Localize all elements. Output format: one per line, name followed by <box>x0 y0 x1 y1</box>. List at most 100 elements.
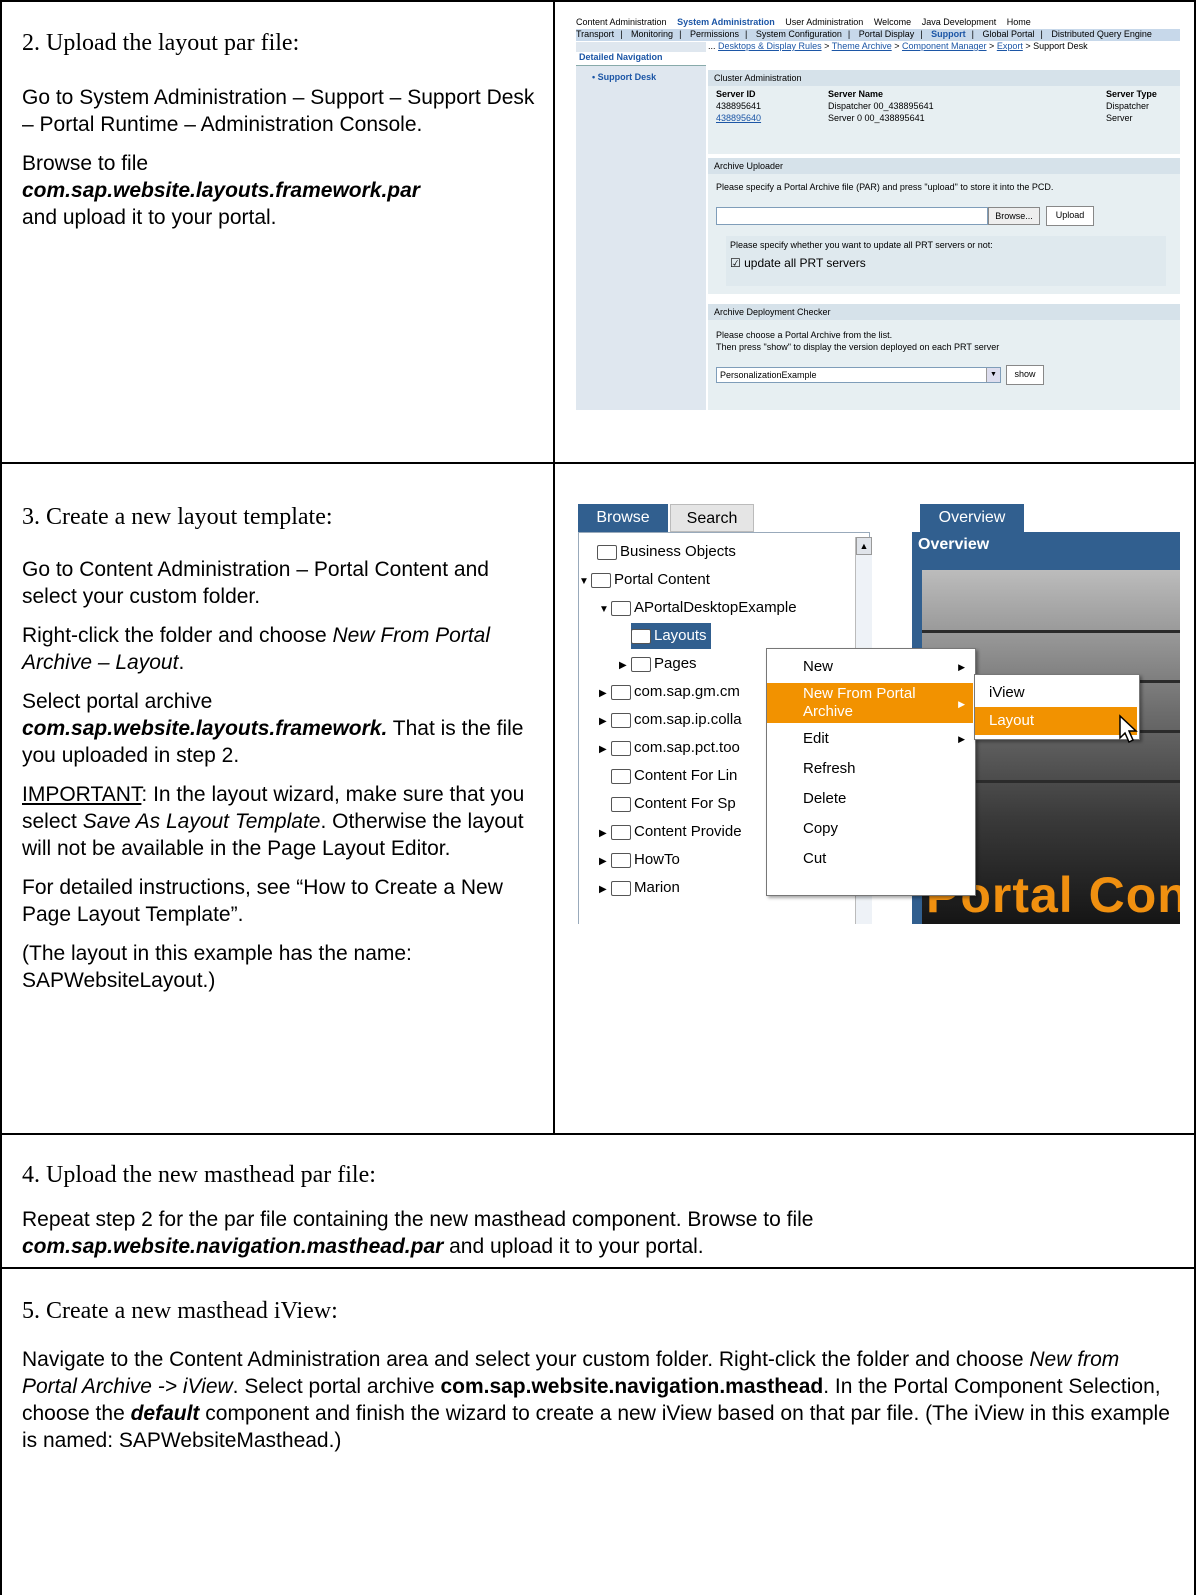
file-path-input[interactable] <box>716 207 988 225</box>
menu-item-label: Delete <box>803 790 847 807</box>
subnav-item[interactable]: Global Portal <box>982 29 1034 39</box>
separator: | <box>971 29 974 39</box>
component-name: default <box>130 1402 200 1425</box>
expand-arrow-icon[interactable]: ▶ <box>599 737 611 763</box>
cluster-title: Cluster Administration <box>708 70 1180 86</box>
submenu-arrow-icon: ▶ <box>958 699 965 709</box>
tree-item[interactable]: ▶ Pages <box>619 651 697 677</box>
table-cell: 438895641 <box>716 101 762 111</box>
breadcrumb-link[interactable]: Export <box>997 41 1023 51</box>
step3-paragraph: Go to Content Administration – Portal Co… <box>22 558 489 608</box>
tree-item[interactable]: Content For Lin <box>611 763 737 789</box>
tree-item-label: com.sap.pct.too <box>634 739 740 756</box>
breadcrumb-link[interactable]: Desktops & Display Rules <box>718 41 822 51</box>
subnav-item[interactable]: Monitoring <box>631 29 673 39</box>
submenu-arrow-icon: ▶ <box>958 734 965 744</box>
tree-item-label: Content Provide <box>634 823 742 840</box>
tree-item[interactable]: ▶ Content Provide <box>599 819 742 845</box>
nav-item[interactable]: Content Administration <box>576 17 667 27</box>
folder-icon <box>591 572 611 588</box>
file-name: com.sap.website.navigation.masthead.par <box>22 1235 444 1258</box>
update-prt-checkbox[interactable]: ☑ update all PRT servers <box>730 256 866 270</box>
nav-item-selected[interactable]: System Administration <box>677 17 775 27</box>
submenu-item-iview[interactable]: iView <box>975 679 1137 707</box>
expand-arrow-icon[interactable]: ▼ <box>599 597 611 623</box>
subnav-item[interactable]: Transport <box>576 29 614 39</box>
menu-item-cut[interactable]: Cut <box>767 845 973 873</box>
tree-item-label: Content For Lin <box>634 767 738 784</box>
column-header: Server Type <box>1106 89 1157 99</box>
expand-arrow-icon[interactable]: ▶ <box>599 877 611 903</box>
step2-text: Go to System Administration – Support – … <box>22 84 542 243</box>
upload-button[interactable]: Upload <box>1046 206 1094 226</box>
tree-item[interactable]: ▶ Marion <box>599 875 680 901</box>
menu-item-label: New From Portal Archive <box>803 685 916 720</box>
server-id-link[interactable]: 438895640 <box>716 113 761 123</box>
menu-item-new-from-portal-archive[interactable]: New From Portal Archive ▶ <box>767 683 973 723</box>
separator: | <box>920 29 923 39</box>
chevron-down-icon[interactable]: ▼ <box>986 368 1000 382</box>
separator: | <box>1040 29 1043 39</box>
folder-icon <box>631 628 651 644</box>
context-menu: New ▶ New From Portal Archive ▶ Edit ▶ Refr… <box>766 648 976 896</box>
expand-arrow-icon[interactable]: ▶ <box>619 653 631 679</box>
menu-item-copy[interactable]: Copy <box>767 815 973 843</box>
nav-item[interactable]: Home <box>1007 17 1031 27</box>
subnav-item[interactable]: System Configuration <box>756 29 842 39</box>
step2-title: 2. Upload the layout par file: <box>22 30 300 56</box>
subnav-item-selected[interactable]: Support <box>931 29 966 39</box>
breadcrumb-link[interactable]: Theme Archive <box>832 41 892 51</box>
breadcrumb-link[interactable]: Component Manager <box>902 41 987 51</box>
folder-icon <box>611 740 631 756</box>
nav-item[interactable]: Welcome <box>874 17 911 27</box>
expand-arrow-icon[interactable]: ▶ <box>599 709 611 735</box>
submenu: iView Layout <box>974 674 1140 740</box>
expand-arrow-icon[interactable]: ▶ <box>599 849 611 875</box>
cluster-table: Server ID Server Name Server Type 438895… <box>716 89 1180 125</box>
show-button[interactable]: show <box>1006 365 1044 385</box>
overview-title: Overview <box>918 536 990 553</box>
folder-icon <box>611 768 631 784</box>
tab-overview[interactable]: Overview <box>920 504 1024 532</box>
tab-browse[interactable]: Browse <box>578 504 668 532</box>
tree-item-selected[interactable]: Layouts <box>631 623 711 649</box>
tree-item[interactable]: ▼ Portal Content <box>579 567 710 593</box>
submenu-item-layout[interactable]: Layout <box>975 707 1137 735</box>
step5-text: Navigate to the Content Administration a… <box>22 1346 1172 1454</box>
row-divider <box>0 462 1196 464</box>
folder-icon <box>611 712 631 728</box>
nav-item[interactable]: User Administration <box>785 17 863 27</box>
tree-item[interactable]: ▶ com.sap.gm.cm <box>599 679 740 705</box>
menu-item-delete[interactable]: Delete <box>767 785 973 813</box>
tree-item[interactable]: ▼ APortalDesktopExample <box>599 595 797 621</box>
text: Select portal archive <box>22 690 213 713</box>
menu-item-refresh[interactable]: Refresh <box>767 755 973 783</box>
file-name: com.sap.website.layouts.framework.par <box>22 179 420 202</box>
menu-item-new[interactable]: New ▶ <box>767 653 973 681</box>
tree-item[interactable]: ▶ HowTo <box>599 847 680 873</box>
menu-item-edit[interactable]: Edit ▶ <box>767 725 973 753</box>
support-desk-link[interactable]: • Support Desk <box>592 72 656 82</box>
subnav-item[interactable]: Permissions <box>690 29 739 39</box>
scroll-up-icon[interactable]: ▲ <box>856 537 872 555</box>
tab-search[interactable]: Search <box>670 504 754 532</box>
expand-arrow-icon[interactable]: ▶ <box>599 821 611 847</box>
shelf <box>922 630 1180 633</box>
row-divider <box>0 1133 1196 1135</box>
archive-select[interactable]: PersonalizationExample ▼ <box>716 367 1001 383</box>
checkbox-checked-icon[interactable]: ☑ <box>730 256 741 270</box>
subnav-item[interactable]: Portal Display <box>859 29 915 39</box>
text: Browse to file <box>22 152 149 175</box>
step3-paragraph: For detailed instructions, see “How to C… <box>22 876 503 926</box>
expand-arrow-icon[interactable]: ▶ <box>599 681 611 707</box>
tree-item[interactable]: Content For Sp <box>611 791 736 817</box>
expand-arrow-icon[interactable]: ▼ <box>579 569 591 595</box>
table-row: 438895641 Dispatcher 00_438895641 Dispat… <box>716 101 1180 113</box>
browse-button[interactable]: Browse... <box>988 207 1040 225</box>
table-cell: Server <box>1106 113 1133 123</box>
subnav-item[interactable]: Distributed Query Engine <box>1051 29 1152 39</box>
tree-item[interactable]: ▶ com.sap.pct.too <box>599 735 740 761</box>
nav-item[interactable]: Java Development <box>922 17 997 27</box>
tree-item[interactable]: ▶ com.sap.ip.colla <box>599 707 742 733</box>
tree-item[interactable]: Business Objects <box>585 539 736 565</box>
